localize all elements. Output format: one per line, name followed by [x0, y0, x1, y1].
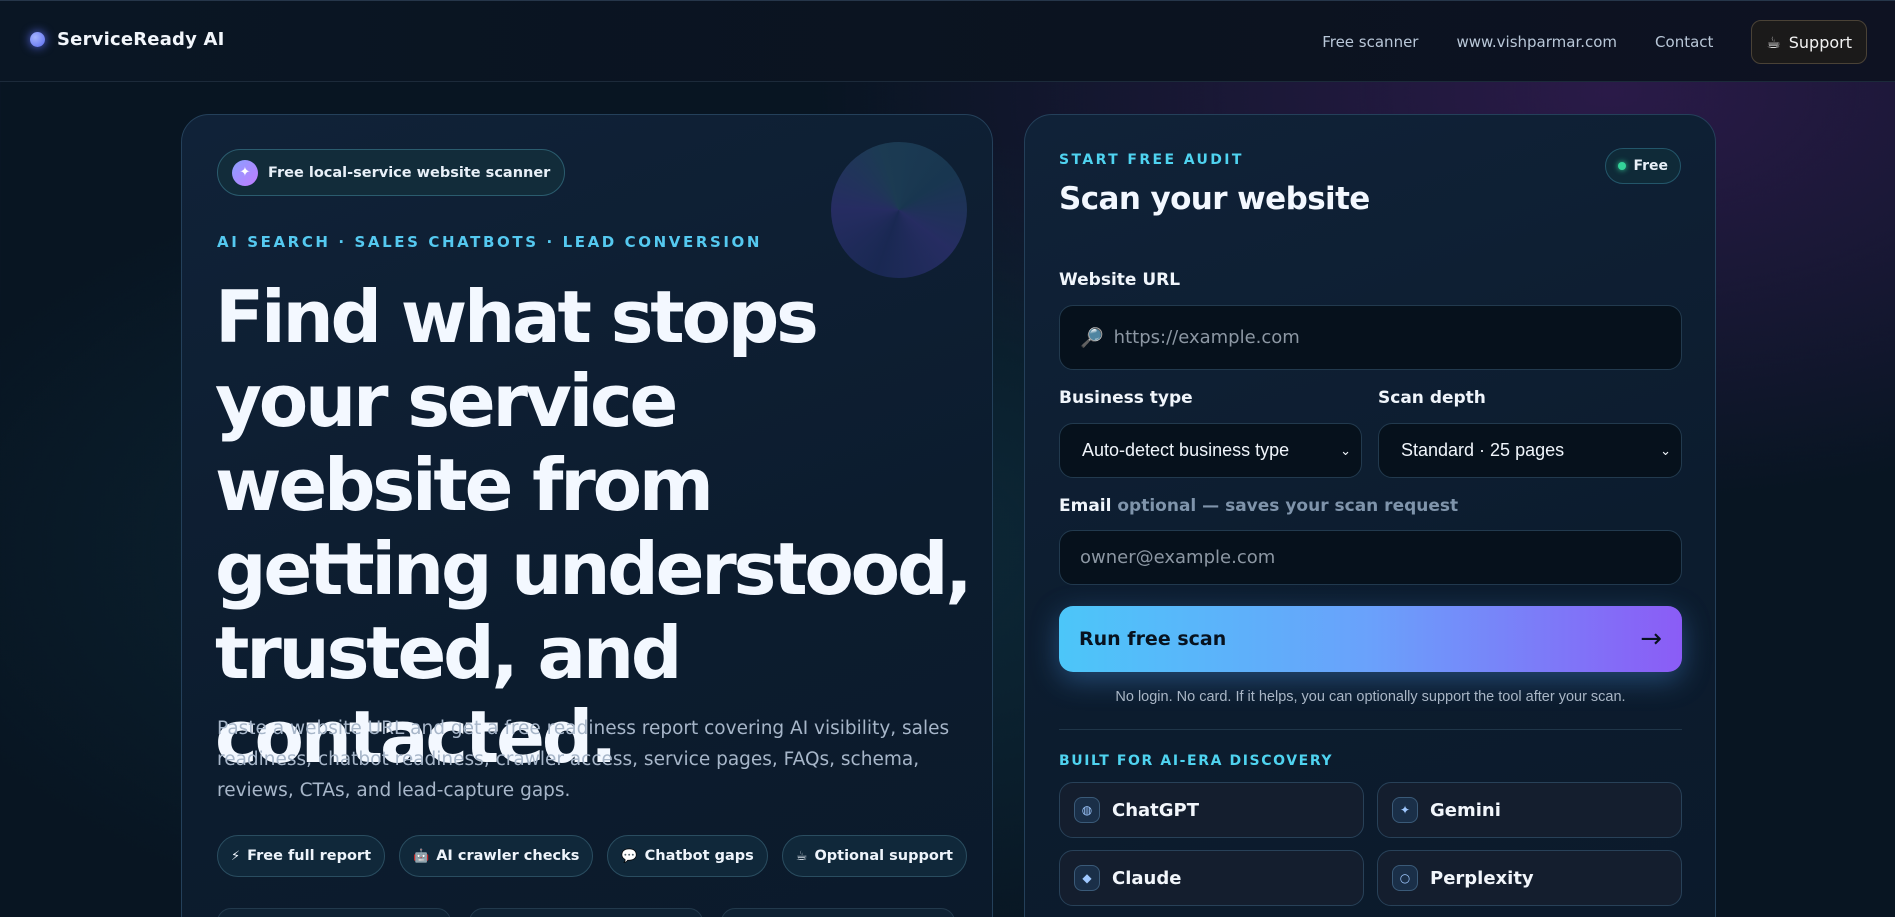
scan-depth-select[interactable]: Standard · 25 pages ⌄ — [1378, 423, 1682, 478]
nav-link-vishparmar[interactable]: www.vishparmar.com — [1456, 33, 1617, 51]
scan-form-title: Scan your website — [1059, 181, 1370, 217]
stat-cards-row — [217, 908, 955, 917]
chip-chatbot-gaps: 💬 Chatbot gaps — [607, 835, 768, 877]
free-badge: Free — [1605, 148, 1681, 184]
ai-platform-label: Claude — [1112, 867, 1182, 889]
website-url-label: Website URL — [1059, 270, 1181, 290]
ai-platform-perplexity: ○ Perplexity — [1377, 850, 1682, 906]
scanner-pill-label: Free local-service website scanner — [268, 164, 551, 181]
lightning-icon: ⚡ — [231, 848, 241, 864]
top-navigation-bar: ServiceReady AI Free scanner www.vishpar… — [0, 0, 1895, 82]
email-label-text: Email — [1059, 496, 1112, 516]
nav-link-contact[interactable]: Contact — [1655, 33, 1713, 51]
email-input[interactable]: owner@example.com — [1059, 530, 1682, 585]
ai-platform-label: Gemini — [1430, 799, 1501, 821]
robot-icon: 🤖 — [413, 848, 430, 864]
chip-label: AI crawler checks — [436, 848, 580, 864]
website-url-input[interactable]: 🔎 https://example.com — [1059, 305, 1682, 370]
discovery-eyebrow: BUILT FOR AI-ERA DISCOVERY — [1059, 753, 1334, 769]
stat-card — [721, 908, 955, 917]
ai-platform-chatgpt: ◍ ChatGPT — [1059, 782, 1364, 838]
stat-card — [469, 908, 703, 917]
scanner-pill: ✦ Free local-service website scanner — [217, 149, 566, 196]
chip-label: Free full report — [247, 848, 372, 864]
chip-ai-crawler-checks: 🤖 AI crawler checks — [399, 835, 594, 877]
hero-eyebrow: AI SEARCH · SALES CHATBOTS · LEAD CONVER… — [217, 233, 763, 251]
email-label-hint: optional — saves your scan request — [1117, 496, 1459, 516]
chatgpt-icon: ◍ — [1074, 797, 1100, 823]
scan-depth-label: Scan depth — [1378, 388, 1486, 408]
perplexity-icon: ○ — [1392, 865, 1418, 891]
website-url-placeholder: https://example.com — [1113, 327, 1300, 348]
divider — [1059, 729, 1682, 730]
email-label: Email optional — saves your scan request — [1059, 496, 1458, 516]
sparkle-icon: ✦ — [232, 159, 258, 186]
chip-label: Optional support — [814, 848, 953, 864]
support-button[interactable]: ☕ Support — [1751, 20, 1867, 64]
chevron-down-icon: ⌄ — [1660, 442, 1671, 458]
stat-card — [217, 908, 451, 917]
ai-platform-gemini: ✦ Gemini — [1377, 782, 1682, 838]
decorative-orb — [831, 142, 967, 278]
top-nav: Free scanner www.vishparmar.com Contact … — [1322, 20, 1867, 64]
ai-platform-label: Perplexity — [1430, 867, 1534, 889]
business-type-value: Auto-detect business type — [1082, 440, 1290, 460]
email-placeholder: owner@example.com — [1080, 547, 1276, 568]
claude-icon: ◆ — [1074, 865, 1100, 891]
scan-note: No login. No card. If it helps, you can … — [1115, 689, 1626, 705]
hero-headline: Find what stops your service website fro… — [215, 275, 973, 779]
support-button-label: Support — [1788, 32, 1852, 52]
ai-platform-label: ChatGPT — [1112, 799, 1200, 821]
arrow-right-icon: → — [1640, 624, 1662, 654]
chip-label: Chatbot gaps — [644, 848, 754, 864]
business-type-select[interactable]: Auto-detect business type ⌄ — [1059, 423, 1362, 478]
chip-optional-support: ☕ Optional support — [781, 835, 967, 877]
magnifier-icon: 🔎 — [1080, 327, 1104, 349]
hero-lead: Paste a website URL and get a free readi… — [217, 718, 950, 801]
brand-logo-icon — [30, 32, 45, 47]
business-type-label: Business type — [1059, 388, 1193, 408]
chevron-down-icon: ⌄ — [1340, 442, 1351, 458]
coffee-icon: ☕ — [1766, 32, 1781, 52]
nav-link-free-scanner[interactable]: Free scanner — [1322, 33, 1418, 51]
scan-depth-value: Standard · 25 pages — [1401, 440, 1565, 460]
feature-chips: ⚡ Free full report 🤖 AI crawler checks 💬… — [217, 835, 967, 877]
chat-bubble-icon: 💬 — [621, 848, 638, 864]
hero-card: ✦ Free local-service website scanner AI … — [181, 114, 993, 917]
ai-platform-claude: ◆ Claude — [1059, 850, 1364, 906]
chip-free-full-report: ⚡ Free full report — [217, 835, 386, 877]
scan-form-card: START FREE AUDIT Free Scan your website … — [1024, 114, 1716, 917]
run-free-scan-button[interactable]: Run free scan → — [1059, 606, 1682, 672]
coffee-icon: ☕ — [795, 848, 808, 864]
brand-name: ServiceReady AI — [57, 29, 225, 50]
status-dot-icon — [1618, 162, 1627, 170]
scan-form-eyebrow: START FREE AUDIT — [1059, 152, 1244, 168]
ai-platform-grid: ◍ ChatGPT ✦ Gemini ◆ Claude ○ Perplexity — [1059, 782, 1682, 906]
free-badge-label: Free — [1633, 158, 1668, 174]
gemini-icon: ✦ — [1392, 797, 1418, 823]
run-free-scan-label: Run free scan — [1079, 628, 1227, 650]
brand[interactable]: ServiceReady AI — [30, 29, 225, 50]
